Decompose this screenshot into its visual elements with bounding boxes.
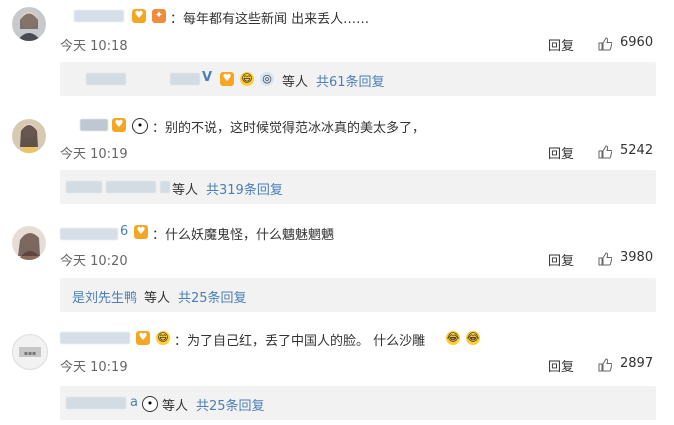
replier-name[interactable]: 是刘先生鸭 xyxy=(72,287,137,306)
reply-button[interactable]: 回复 xyxy=(548,35,574,54)
cry-laugh-emoji-icon: 😂 xyxy=(446,331,460,345)
medal-icon: ◎ xyxy=(260,72,274,86)
replies-count-link[interactable]: 共25条回复 xyxy=(178,287,247,306)
thumbs-up-icon[interactable] xyxy=(598,252,612,266)
comment-time: 今天 10:18 xyxy=(60,39,128,54)
laugh-emoji-icon: 😄 xyxy=(156,331,170,345)
replies-etc: 等人 xyxy=(144,291,171,306)
replies-etc: 等人 xyxy=(162,399,189,414)
fan-badge-icon: ♥ xyxy=(220,72,234,86)
thumbs-up-icon[interactable] xyxy=(598,358,612,372)
avatar[interactable]: ▪▪▪ xyxy=(12,334,48,370)
like-count[interactable]: 2897 xyxy=(620,356,653,371)
replier-name[interactable]: a xyxy=(130,395,138,410)
username-blurred[interactable] xyxy=(74,10,124,22)
comment-time: 今天 10:19 xyxy=(60,147,128,162)
replies-count-link[interactable]: 共61条回复 xyxy=(316,71,385,90)
replies-etc: 等人 xyxy=(282,75,309,90)
comment-text: ：每年都有这些新闻 出来丢人…… xyxy=(170,12,370,27)
replier-blurred xyxy=(86,73,126,85)
medal-icon: ✦ xyxy=(152,9,166,23)
thumbs-up-icon[interactable] xyxy=(598,145,612,159)
replies-etc: 等人 xyxy=(172,183,199,198)
like-count[interactable]: 6960 xyxy=(620,35,653,50)
replies-box[interactable]: a • 等人 共25条回复 xyxy=(60,386,656,420)
replies-box[interactable]: 是刘先生鸭 等人 共25条回复 xyxy=(60,278,656,312)
fan-badge-icon: ♥ xyxy=(112,118,126,132)
fan-badge-icon: ♥ xyxy=(132,9,146,23)
replies-box[interactable]: 等人 共319条回复 xyxy=(60,170,656,204)
username-blurred[interactable] xyxy=(80,119,108,131)
comment-text: ：别的不说，这时候觉得范冰冰真的美太多了， xyxy=(152,121,426,136)
reply-button[interactable]: 回复 xyxy=(548,250,574,269)
comment-time: 今天 10:20 xyxy=(60,254,128,269)
fan-badge-icon: ♥ xyxy=(134,225,148,239)
avatar[interactable] xyxy=(12,7,46,41)
panda-icon: • xyxy=(132,118,148,134)
fan-badge-icon: ♥ xyxy=(136,331,150,345)
replier-blurred xyxy=(66,181,102,193)
reply-button[interactable]: 回复 xyxy=(548,143,574,162)
replies-box[interactable]: V ♥ 😄 ◎ 等人 共61条回复 xyxy=(60,62,656,96)
replies-count-link[interactable]: 共25条回复 xyxy=(196,395,265,414)
thumbs-up-icon[interactable] xyxy=(598,37,612,51)
replier-blurred xyxy=(160,181,170,193)
cry-laugh-emoji-icon: 😂 xyxy=(466,331,480,345)
like-count[interactable]: 3980 xyxy=(620,250,653,265)
avatar[interactable] xyxy=(12,226,46,260)
replier-blurred xyxy=(106,181,156,193)
reply-button[interactable]: 回复 xyxy=(548,356,574,375)
comment-time: 今天 10:19 xyxy=(60,360,128,375)
avatar[interactable] xyxy=(12,119,46,153)
comment-text: ：为了自己红，丢了中国人的脸。 什么沙雕 xyxy=(174,334,426,349)
like-count[interactable]: 5242 xyxy=(620,143,653,158)
replier-blurred xyxy=(66,397,126,409)
verified-icon: V xyxy=(202,70,213,85)
replier-blurred xyxy=(170,73,200,85)
panda-icon: • xyxy=(142,396,158,412)
username-blurred[interactable] xyxy=(60,332,130,344)
username-suffix[interactable]: 6 xyxy=(120,224,128,239)
laugh-emoji-icon: 😄 xyxy=(240,72,254,86)
username-blurred[interactable] xyxy=(60,228,118,240)
comment-text: ：什么妖魔鬼怪，什么魑魅魍魉 xyxy=(152,228,335,243)
replies-count-link[interactable]: 共319条回复 xyxy=(206,179,283,198)
svg-text:▪▪▪: ▪▪▪ xyxy=(24,350,36,357)
